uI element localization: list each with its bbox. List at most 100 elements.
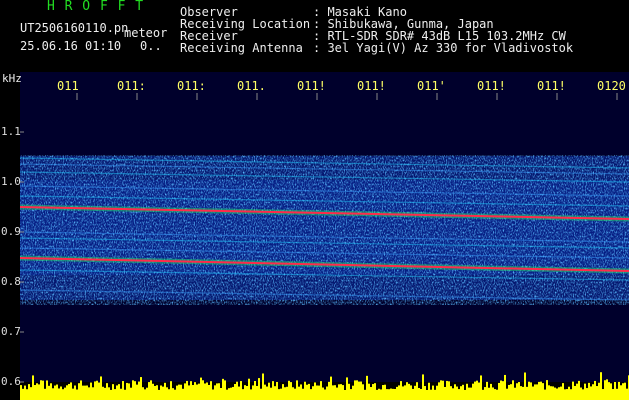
noise-floor-bar xyxy=(326,386,328,400)
noise-floor-bar xyxy=(460,386,462,400)
noise-floor-bar xyxy=(290,382,292,400)
noise-floor-bar xyxy=(208,384,210,400)
noise-floor-bar xyxy=(64,387,66,400)
noise-floor-bar xyxy=(412,388,414,400)
noise-floor-bar xyxy=(380,389,382,400)
noise-floor-bar xyxy=(554,387,556,400)
noise-floor-bar xyxy=(522,386,524,400)
noise-floor-bar xyxy=(280,388,282,400)
noise-floor-bar xyxy=(390,388,392,400)
noise-floor-bar xyxy=(544,389,546,400)
noise-floor-bar xyxy=(542,383,544,400)
noise-floor-bar xyxy=(310,389,312,400)
noise-floor-bar xyxy=(602,389,604,400)
noise-floor-bar xyxy=(288,380,290,400)
noise-floor-bar xyxy=(166,387,168,400)
noise-floor-bar xyxy=(604,380,606,400)
noise-floor-bar xyxy=(364,389,366,400)
noise-floor-bar xyxy=(114,389,116,400)
noise-floor-bar xyxy=(528,381,530,400)
noise-floor-bar xyxy=(230,387,232,400)
noise-floor-bar xyxy=(394,388,396,400)
noise-floor-bar xyxy=(160,385,162,400)
noise-floor-bar xyxy=(622,383,624,400)
noise-floor-bar xyxy=(60,386,62,400)
noise-floor-bar xyxy=(610,383,612,400)
noise-floor-bar xyxy=(426,389,428,400)
noise-floor-bar xyxy=(388,389,390,400)
noise-floor-bar xyxy=(228,388,230,400)
noise-floor-bar xyxy=(236,381,238,400)
noise-floor-bar xyxy=(410,385,412,400)
noise-floor-bar xyxy=(424,386,426,400)
noise-floor-bar xyxy=(530,382,532,400)
noise-floor-bar xyxy=(242,389,244,400)
noise-floor-bar xyxy=(404,385,406,400)
noise-floor-bar xyxy=(146,387,148,400)
noise-floor-bar xyxy=(136,384,138,400)
x-tick-label: 011! xyxy=(297,79,326,93)
noise-floor-bar xyxy=(42,380,44,400)
noise-floor-bar xyxy=(248,378,250,400)
noise-floor-bar xyxy=(452,388,454,400)
noise-floor-bar xyxy=(306,384,308,400)
noise-floor-bar xyxy=(178,384,180,400)
noise-floor-bar xyxy=(512,380,514,400)
noise-floor-bar xyxy=(464,389,466,400)
noise-floor-bar xyxy=(202,380,204,400)
noise-floor-bar xyxy=(30,387,32,400)
noise-floor-bar xyxy=(438,382,440,400)
noise-floor-bar xyxy=(470,387,472,400)
noise-floor-bar xyxy=(112,384,114,400)
noise-floor-bar xyxy=(156,385,158,400)
noise-floor-bar xyxy=(250,389,252,400)
noise-floor-bar xyxy=(502,381,504,400)
noise-floor-bar xyxy=(284,387,286,400)
noise-floor-bar xyxy=(182,388,184,400)
noise-floor-bar xyxy=(122,381,124,400)
noise-floor-bar xyxy=(192,385,194,400)
noise-floor-bar xyxy=(356,380,358,400)
noise-floor-bar xyxy=(524,372,526,400)
noise-floor-bar xyxy=(494,389,496,400)
y-tick-label: 1.1 xyxy=(1,125,21,138)
noise-floor-bar xyxy=(324,389,326,400)
noise-floor-bar xyxy=(110,389,112,400)
file-name: UT2506160110.pn xyxy=(20,21,129,35)
noise-floor-bar xyxy=(200,377,202,400)
noise-floor-bar xyxy=(456,386,458,400)
noise-floor-bar xyxy=(152,383,154,400)
noise-floor-bar xyxy=(488,387,490,400)
noise-floor-bar xyxy=(608,382,610,400)
x-tick-label: 011: xyxy=(177,79,206,93)
noise-floor-bar xyxy=(224,380,226,400)
noise-floor-bar xyxy=(614,382,616,400)
noise-floor-bar xyxy=(296,380,298,400)
noise-floor-bar xyxy=(108,387,110,400)
noise-floor-bar xyxy=(238,386,240,400)
noise-floor-bar xyxy=(100,376,102,400)
noise-floor-bar xyxy=(496,389,498,400)
noise-floor-bar xyxy=(564,389,566,400)
noise-floor-bar xyxy=(612,389,614,400)
noise-floor-bar xyxy=(144,389,146,400)
noise-floor-bar xyxy=(158,389,160,400)
noise-floor-bar xyxy=(626,388,628,400)
noise-floor-bar xyxy=(78,383,80,400)
noise-floor-bar xyxy=(498,382,500,400)
noise-floor-bar xyxy=(266,386,268,400)
band-layer xyxy=(19,155,629,305)
noise-floor-bar xyxy=(482,389,484,400)
noise-floor-bar xyxy=(268,382,270,400)
noise-floor-bar xyxy=(124,389,126,400)
noise-floor-bar xyxy=(354,380,356,400)
noise-floor-bar xyxy=(618,381,620,400)
y-tick-label: 1.0 xyxy=(1,175,21,188)
noise-floor-bar xyxy=(598,382,600,400)
noise-floor-bar xyxy=(382,385,384,400)
noise-floor-bar xyxy=(586,388,588,400)
noise-floor-bar xyxy=(510,384,512,400)
noise-floor-bar xyxy=(196,384,198,400)
noise-floor-bar xyxy=(446,380,448,400)
noise-floor-bar xyxy=(90,382,92,400)
